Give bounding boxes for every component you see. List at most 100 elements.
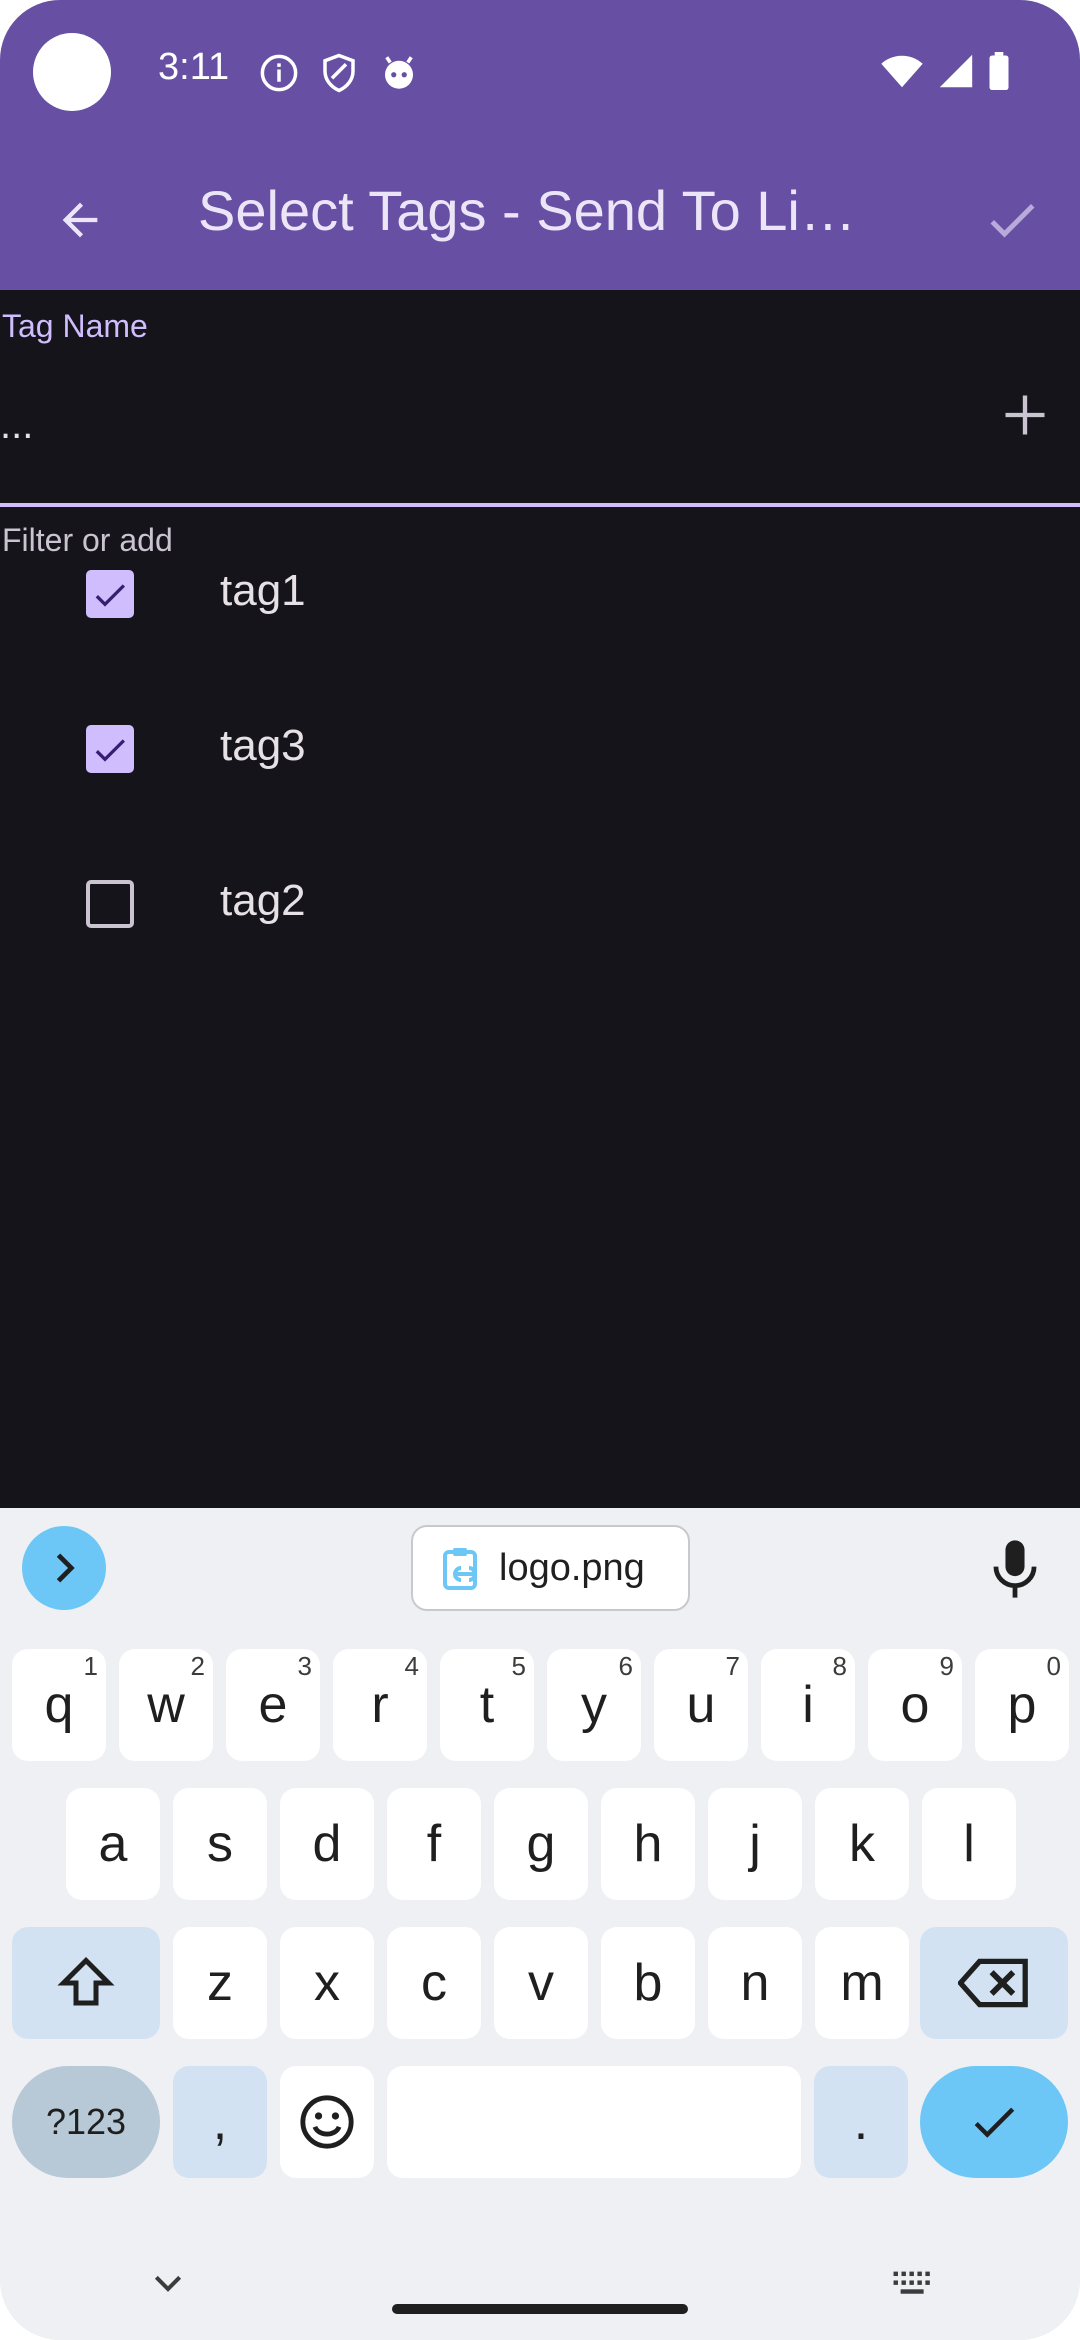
key-p[interactable]: p0: [975, 1649, 1069, 1761]
home-indicator[interactable]: [392, 2304, 688, 2314]
emoji-icon: [300, 2095, 354, 2149]
backspace-key[interactable]: [920, 1927, 1068, 2039]
key-r[interactable]: r4: [333, 1649, 427, 1761]
key-k[interactable]: k: [815, 1788, 909, 1900]
key-hint: 0: [1046, 1651, 1061, 1681]
keyboard-icon: [893, 2271, 930, 2294]
done-button[interactable]: [972, 180, 1052, 260]
tag-selector: Tag Name Filter or add tag1 tag3 tag2: [0, 290, 1080, 1508]
clipboard-link-icon: [443, 1548, 477, 1590]
toolbar: Select Tags - Send To Li…: [0, 150, 1080, 290]
tag-label: tag2: [220, 876, 306, 925]
key-label: y: [581, 1676, 607, 1734]
tag-checkbox-checked[interactable]: [86, 725, 134, 773]
key-z[interactable]: z: [173, 1927, 267, 2039]
add-tag-button[interactable]: [990, 380, 1060, 450]
key-hint: 2: [190, 1651, 205, 1681]
clipboard-text: logo.png: [499, 1546, 645, 1589]
key-v[interactable]: v: [494, 1927, 588, 2039]
back-button[interactable]: [40, 180, 120, 260]
clipboard-suggestion-chip[interactable]: logo.png: [411, 1525, 690, 1611]
key-a[interactable]: a: [66, 1788, 160, 1900]
shield-icon: [318, 52, 360, 94]
symbols-key[interactable]: ?123: [12, 2066, 160, 2178]
key-w[interactable]: w2: [119, 1649, 213, 1761]
enter-key[interactable]: [920, 2066, 1068, 2178]
key-hint: 9: [939, 1651, 954, 1681]
key-y[interactable]: y6: [547, 1649, 641, 1761]
tag-list: tag1 tag3 tag2: [0, 566, 1080, 1035]
key-hint: 3: [297, 1651, 312, 1681]
key-label: t: [479, 1676, 495, 1734]
key-i[interactable]: i8: [761, 1649, 855, 1761]
switch-keyboard-button[interactable]: [890, 2264, 936, 2308]
status-bar: 3:11: [0, 0, 1080, 140]
key-d[interactable]: d: [280, 1788, 374, 1900]
key-hint: 5: [511, 1651, 526, 1681]
period-key[interactable]: .: [814, 2066, 908, 2178]
key-x[interactable]: x: [280, 1927, 374, 2039]
checkmark-icon: [95, 584, 125, 607]
helper-text: Filter or add: [2, 522, 173, 558]
tag-row-tag1[interactable]: tag1: [0, 566, 1080, 725]
key-label: w: [147, 1676, 185, 1734]
tag-label: tag1: [220, 566, 306, 615]
key-m[interactable]: m: [815, 1927, 909, 2039]
key-label: p: [1007, 1676, 1037, 1734]
app-header: 3:11 Select Tags - Send To Li…: [0, 0, 1080, 290]
tag-row-tag2[interactable]: tag2: [0, 876, 1080, 1035]
robot-face-icon: [378, 52, 420, 94]
status-icons-left: [258, 52, 420, 94]
tag-checkbox-checked[interactable]: [86, 570, 134, 618]
chevron-right-icon: [56, 1553, 75, 1583]
key-f[interactable]: f: [387, 1788, 481, 1900]
info-icon: [258, 52, 300, 94]
space-key[interactable]: [387, 2066, 801, 2178]
key-t[interactable]: t5: [440, 1649, 534, 1761]
hide-keyboard-button[interactable]: [148, 2264, 188, 2308]
tag-name-input[interactable]: [0, 395, 900, 455]
key-label: r: [371, 1676, 389, 1734]
key-s[interactable]: s: [173, 1788, 267, 1900]
key-q[interactable]: q1: [12, 1649, 106, 1761]
tag-label: tag3: [220, 721, 306, 770]
tag-row-tag3[interactable]: tag3: [0, 721, 1080, 880]
camera-cutout: [33, 33, 111, 111]
key-h[interactable]: h: [601, 1788, 695, 1900]
key-label: i: [802, 1676, 814, 1734]
key-u[interactable]: u7: [654, 1649, 748, 1761]
key-l[interactable]: l: [922, 1788, 1016, 1900]
key-label: e: [258, 1676, 288, 1734]
input-underline: [0, 503, 1080, 507]
key-hint: 1: [83, 1651, 98, 1681]
key-label: o: [900, 1676, 930, 1734]
status-time: 3:11: [158, 46, 230, 88]
keyboard-expand-button[interactable]: [22, 1526, 106, 1610]
key-label: q: [44, 1676, 74, 1734]
key-hint: 8: [832, 1651, 847, 1681]
check-icon: [990, 204, 1035, 238]
battery-icon: [988, 52, 1010, 90]
wifi-icon: [880, 53, 924, 89]
key-b[interactable]: b: [601, 1927, 695, 2039]
key-c[interactable]: c: [387, 1927, 481, 2039]
shift-key[interactable]: [12, 1927, 160, 2039]
key-g[interactable]: g: [494, 1788, 588, 1900]
key-n[interactable]: n: [708, 1927, 802, 2039]
key-e[interactable]: e3: [226, 1649, 320, 1761]
key-hint: 4: [404, 1651, 419, 1681]
key-hint: 7: [725, 1651, 740, 1681]
comma-key[interactable]: ,: [173, 2066, 267, 2178]
arrow-back-icon: [62, 202, 98, 238]
key-o[interactable]: o9: [868, 1649, 962, 1761]
screen: 3:11 Select Tags - Send To Li… Tag Name …: [0, 0, 1080, 2340]
shift-icon: [57, 1956, 115, 2006]
key-j[interactable]: j: [708, 1788, 802, 1900]
mic-icon: [993, 1540, 1037, 1598]
mic-button[interactable]: [990, 1538, 1040, 1600]
emoji-key[interactable]: [280, 2066, 374, 2178]
status-icons-right: [880, 52, 1010, 90]
signal-icon: [938, 53, 974, 89]
tag-checkbox-unchecked[interactable]: [86, 880, 134, 928]
checkmark-icon: [95, 739, 125, 762]
